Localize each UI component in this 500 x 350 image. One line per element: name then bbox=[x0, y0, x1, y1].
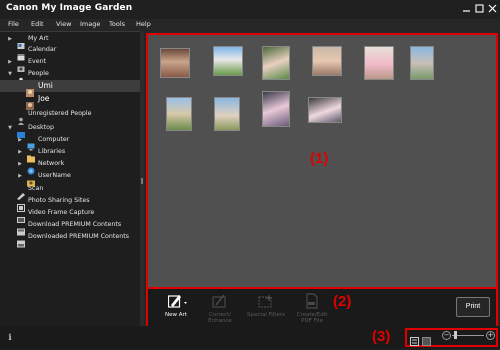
user-folder-icon bbox=[27, 172, 35, 187]
sidebar-item-umi[interactable]: Umi bbox=[0, 80, 140, 97]
sidebar-item-label: Video Frame Capture bbox=[28, 209, 95, 216]
minimize-icon[interactable] bbox=[461, 3, 472, 14]
person-photo-icon bbox=[26, 82, 34, 97]
sidebar-item-label: Network bbox=[38, 160, 65, 167]
title-bar: Canon My Image Garden bbox=[0, 0, 500, 19]
sidebar-item-label: My Art bbox=[28, 35, 49, 42]
sidebar-item-label: People bbox=[28, 70, 49, 77]
sidebar-item-label: Photo Sharing Sites bbox=[28, 197, 90, 204]
zoom-in-icon[interactable]: + bbox=[486, 331, 495, 340]
callout-label-2: (2) bbox=[333, 293, 352, 310]
expand-arrow-icon[interactable]: ▶ bbox=[17, 173, 23, 179]
sidebar-item-label: Downloaded PREMIUM Contents bbox=[28, 233, 129, 240]
sidebar-item-username[interactable]: ▶ UserName bbox=[0, 171, 140, 187]
sidebar-item-video-frame-capture[interactable]: Video Frame Capture bbox=[0, 208, 140, 223]
sidebar-item-label: Libraries bbox=[38, 148, 66, 155]
expand-arrow-icon[interactable]: ▶ bbox=[17, 137, 23, 143]
sidebar-item-photo-sharing-sites[interactable]: Photo Sharing Sites bbox=[0, 196, 140, 212]
download-icon bbox=[17, 221, 25, 236]
menu-view[interactable]: View bbox=[56, 20, 71, 28]
menu-file[interactable]: File bbox=[8, 20, 19, 28]
sidebar-item-label: UserName bbox=[38, 172, 71, 179]
person-photo-icon bbox=[26, 95, 34, 110]
computer-icon bbox=[27, 136, 35, 151]
sidebar-item-label: Computer bbox=[38, 136, 70, 143]
scan-icon bbox=[17, 185, 25, 200]
callout-label-3: (3) bbox=[372, 328, 391, 345]
menu-tools[interactable]: Tools bbox=[109, 20, 125, 28]
expand-arrow-icon[interactable]: ▶ bbox=[7, 59, 13, 65]
calendar-icon bbox=[17, 46, 25, 61]
sidebar-item-label: Event bbox=[28, 58, 47, 65]
callout-frame-2 bbox=[146, 287, 498, 328]
sidebar-item-label: Scan bbox=[28, 185, 44, 192]
downloaded-icon bbox=[17, 233, 25, 248]
zoom-out-icon[interactable]: − bbox=[442, 331, 451, 340]
sidebar-item-label: Desktop bbox=[28, 124, 54, 131]
libraries-icon bbox=[27, 148, 35, 163]
people-icon bbox=[17, 70, 25, 85]
event-icon bbox=[17, 58, 25, 72]
sidebar-item-label: Download PREMIUM Contents bbox=[28, 221, 122, 228]
sidebar-item-download-premium[interactable]: Download PREMIUM Contents bbox=[0, 220, 140, 236]
sidebar-item-event[interactable]: ▶ Event bbox=[0, 57, 140, 72]
expand-arrow-icon[interactable]: ▶ bbox=[7, 36, 13, 42]
collapse-arrow-icon[interactable]: ▼ bbox=[7, 125, 13, 131]
app-window: Canon My Image Garden File Edit View Ima… bbox=[0, 0, 500, 348]
sidebar-item-desktop[interactable]: ▼ Desktop bbox=[0, 123, 140, 138]
sidebar-item-label: Unregistered People bbox=[28, 110, 92, 117]
sidebar-item-label: Calendar bbox=[28, 46, 57, 53]
zoom-slider-handle[interactable] bbox=[454, 331, 457, 339]
list-view-icon[interactable] bbox=[410, 331, 419, 346]
sidebar-item-label: Umi bbox=[38, 81, 53, 90]
info-icon[interactable]: i bbox=[7, 333, 13, 341]
sidebar-item-downloaded-premium[interactable]: Downloaded PREMIUM Contents bbox=[0, 232, 140, 248]
sidebar-item-my-art[interactable]: ▶ My Art bbox=[0, 34, 140, 49]
maximize-icon[interactable] bbox=[474, 3, 485, 14]
sidebar-item-libraries[interactable]: ▶ Libraries bbox=[0, 147, 140, 163]
sidebar: ▶ My Art Calendar ▶ Event ▼ People Umi J… bbox=[0, 31, 140, 326]
menu-bar: File Edit View Image Tools Help bbox=[0, 19, 500, 31]
sidebar-item-network[interactable]: ▶ Network bbox=[0, 159, 140, 175]
video-frame-icon bbox=[17, 209, 25, 223]
expand-arrow-icon[interactable]: ▶ bbox=[17, 149, 23, 155]
menu-help[interactable]: Help bbox=[136, 20, 151, 28]
expand-arrow-icon[interactable]: ▶ bbox=[17, 161, 23, 167]
network-icon bbox=[27, 160, 35, 175]
close-icon[interactable] bbox=[487, 3, 498, 14]
photo-sharing-icon bbox=[17, 197, 25, 212]
grid-view-icon[interactable] bbox=[422, 331, 431, 346]
sidebar-item-label: Joe bbox=[38, 94, 50, 103]
unregistered-people-icon bbox=[17, 110, 25, 125]
callout-label-1: (1) bbox=[310, 150, 329, 167]
sidebar-item-calendar[interactable]: Calendar bbox=[0, 45, 140, 61]
sidebar-item-joe[interactable]: Joe bbox=[0, 93, 140, 110]
sidebar-item-people[interactable]: ▼ People bbox=[0, 69, 140, 85]
menu-image[interactable]: Image bbox=[80, 20, 100, 28]
desktop-icon bbox=[17, 124, 25, 138]
window-title: Canon My Image Garden bbox=[6, 3, 133, 13]
collapse-arrow-icon[interactable]: ▼ bbox=[7, 71, 13, 77]
my-art-icon bbox=[17, 35, 25, 49]
sidebar-item-unregistered-people[interactable]: Unregistered People bbox=[0, 109, 140, 125]
menu-edit[interactable]: Edit bbox=[31, 20, 44, 28]
sidebar-item-scan[interactable]: Scan bbox=[0, 184, 140, 200]
splitter-grip-icon bbox=[141, 178, 143, 184]
sidebar-item-computer[interactable]: ▶ Computer bbox=[0, 135, 140, 151]
